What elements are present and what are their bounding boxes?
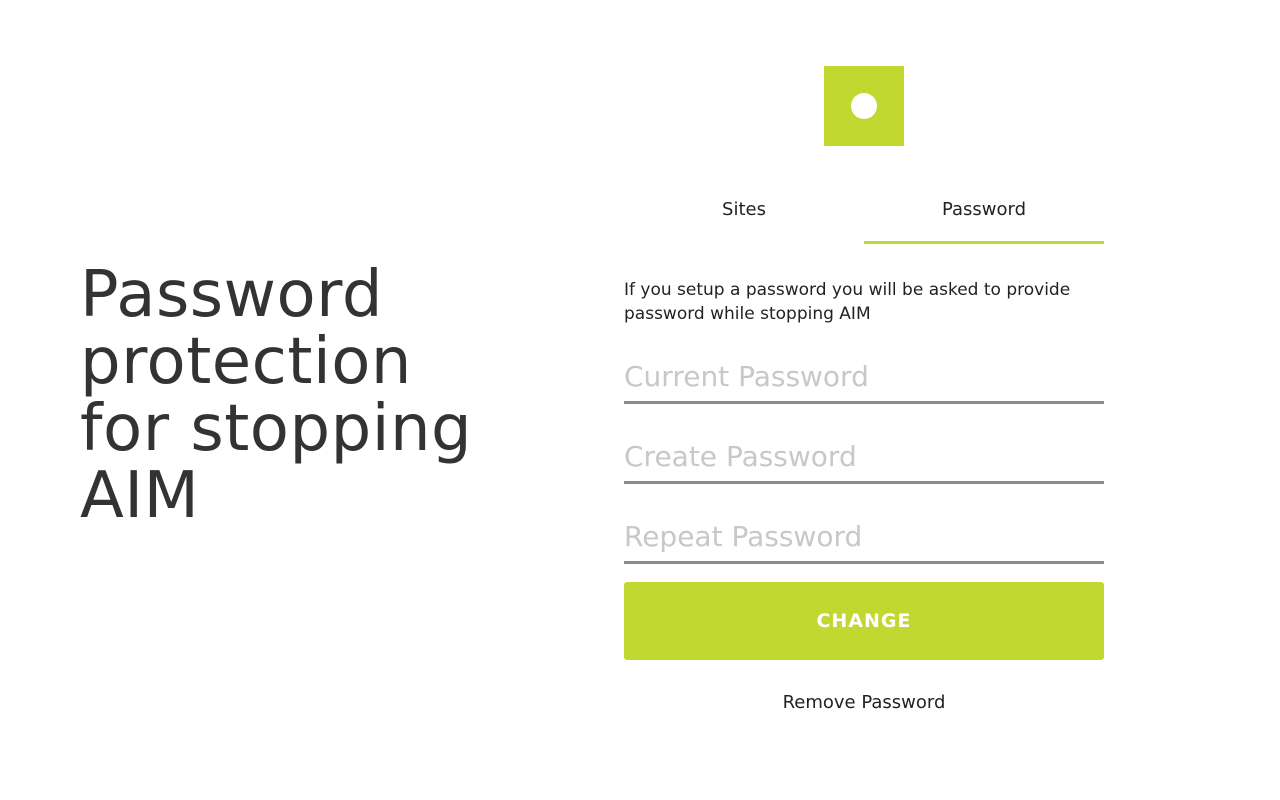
password-info-text: If you setup a password you will be aske… [624, 280, 1071, 324]
app-logo [824, 66, 904, 146]
tab-bar: Sites Password [624, 192, 1104, 244]
remove-password-link[interactable]: Remove Password [624, 692, 1104, 713]
logo-circle-icon [851, 93, 877, 119]
headline-line-1: Password [80, 258, 383, 332]
headline-line-4: AIM [80, 459, 200, 533]
current-password-input[interactable] [624, 360, 1104, 404]
repeat-password-input[interactable] [624, 520, 1104, 564]
page: Password protection for stopping AIM Sit… [0, 0, 1280, 800]
tab-password[interactable]: Password [864, 192, 1104, 244]
headline-line-2: protection [80, 325, 412, 399]
tab-sites-label: Sites [722, 199, 766, 220]
create-password-input[interactable] [624, 440, 1104, 484]
tab-sites[interactable]: Sites [624, 192, 864, 244]
page-headline: Password protection for stopping AIM [80, 262, 600, 530]
tab-password-label: Password [941, 199, 1027, 220]
headline-line-3: for stopping [80, 392, 473, 466]
change-button[interactable]: CHANGE [624, 582, 1104, 660]
